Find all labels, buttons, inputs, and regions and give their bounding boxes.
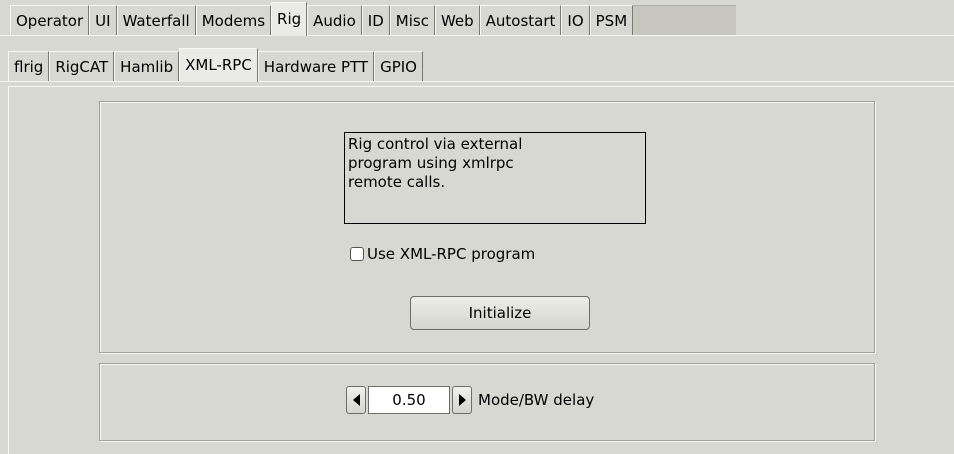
subtab-rigcat[interactable]: RigCAT: [49, 51, 115, 81]
xml-rpc-panel: Rig control via external program using x…: [8, 86, 954, 454]
tab-modems[interactable]: Modems: [195, 5, 272, 35]
tab-autostart[interactable]: Autostart: [479, 5, 562, 35]
tab-rig[interactable]: Rig: [271, 2, 308, 36]
subtab-gpio[interactable]: GPIO: [374, 51, 423, 81]
tab-bar-filler: [633, 5, 737, 35]
arrow-left-icon: [352, 394, 360, 406]
mode-bw-delay-input[interactable]: 0.50: [368, 386, 450, 414]
tab-ui[interactable]: UI: [89, 5, 117, 35]
mode-bw-delay-spinner: 0.50 Mode/BW delay: [346, 385, 594, 415]
subtab-hardware-ptt[interactable]: Hardware PTT: [257, 51, 375, 81]
use-xml-rpc-checkbox-row[interactable]: Use XML-RPC program: [350, 242, 535, 266]
subtab-flrig[interactable]: flrig: [8, 51, 50, 81]
main-tab-bar: Operator UI Waterfall Modems Rig Audio I…: [0, 0, 954, 36]
tab-id[interactable]: ID: [361, 5, 390, 35]
tab-misc[interactable]: Misc: [389, 5, 435, 35]
initialize-button[interactable]: Initialize: [410, 296, 590, 330]
tab-web[interactable]: Web: [434, 5, 480, 35]
xml-rpc-info-box: Rig control via external program using x…: [344, 132, 646, 224]
increment-button[interactable]: [452, 386, 472, 414]
rig-sub-tab-bar: flrig RigCAT Hamlib XML-RPC Hardware PTT…: [0, 46, 954, 82]
mode-bw-delay-group: 0.50 Mode/BW delay: [99, 363, 875, 441]
mode-bw-delay-label: Mode/BW delay: [478, 391, 595, 409]
tab-io[interactable]: IO: [561, 5, 590, 35]
arrow-right-icon: [458, 394, 466, 406]
subtab-hamlib[interactable]: Hamlib: [114, 51, 180, 81]
use-xml-rpc-checkbox[interactable]: [350, 247, 364, 261]
tab-operator[interactable]: Operator: [10, 5, 90, 35]
xml-rpc-settings-group: Rig control via external program using x…: [99, 101, 875, 353]
use-xml-rpc-label[interactable]: Use XML-RPC program: [367, 245, 535, 263]
tab-waterfall[interactable]: Waterfall: [116, 5, 196, 35]
tab-psm[interactable]: PSM: [589, 5, 634, 35]
decrement-button[interactable]: [346, 386, 366, 414]
subtab-xml-rpc[interactable]: XML-RPC: [179, 48, 258, 82]
tab-audio[interactable]: Audio: [307, 5, 362, 35]
